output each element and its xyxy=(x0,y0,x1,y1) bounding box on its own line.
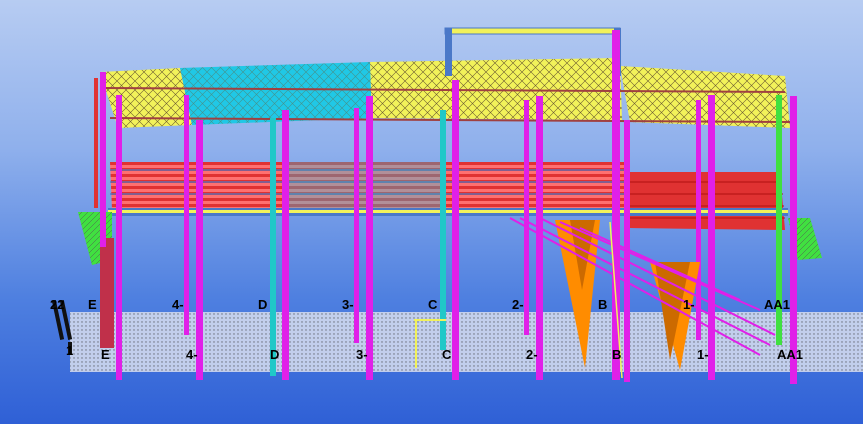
grid-label-front-3: 3- xyxy=(356,347,368,362)
grid-label-back-1: 1- xyxy=(683,297,695,312)
grid-label-front-b: B xyxy=(612,347,622,362)
grid-label-back-c: C xyxy=(428,297,438,312)
grid-label-front-4: 4- xyxy=(186,347,198,362)
grid-label-front-e: E xyxy=(101,347,110,362)
grid-label-back-4: 4- xyxy=(172,297,184,312)
grid-label-back-e: E xyxy=(88,297,97,312)
grid-label-front-aa1: AA1 xyxy=(777,347,804,362)
grid-label-front-d: D xyxy=(270,347,280,362)
grid-label-back-d: D xyxy=(258,297,268,312)
grid-label-side-22: 22 xyxy=(50,297,65,312)
grid-label-back-aa1: AA1 xyxy=(764,297,791,312)
3d-model-viewport[interactable]: E 4- D 3- C 2- B 1- AA1 E 4- D 3- C 2- B… xyxy=(0,0,863,424)
grid-label-back-b: B xyxy=(598,297,608,312)
grid-label-front-1: 1- xyxy=(697,347,709,362)
grid-label-side-1: 1 xyxy=(66,343,74,358)
right-wing-deck xyxy=(630,172,785,230)
grid-label-front-2: 2- xyxy=(526,347,538,362)
grid-label-back-2: 2- xyxy=(512,297,524,312)
grid-label-front-c: C xyxy=(442,347,452,362)
grid-label-back-3: 3- xyxy=(342,297,354,312)
structure-model-svg xyxy=(51,27,863,384)
left-wall xyxy=(100,238,114,348)
